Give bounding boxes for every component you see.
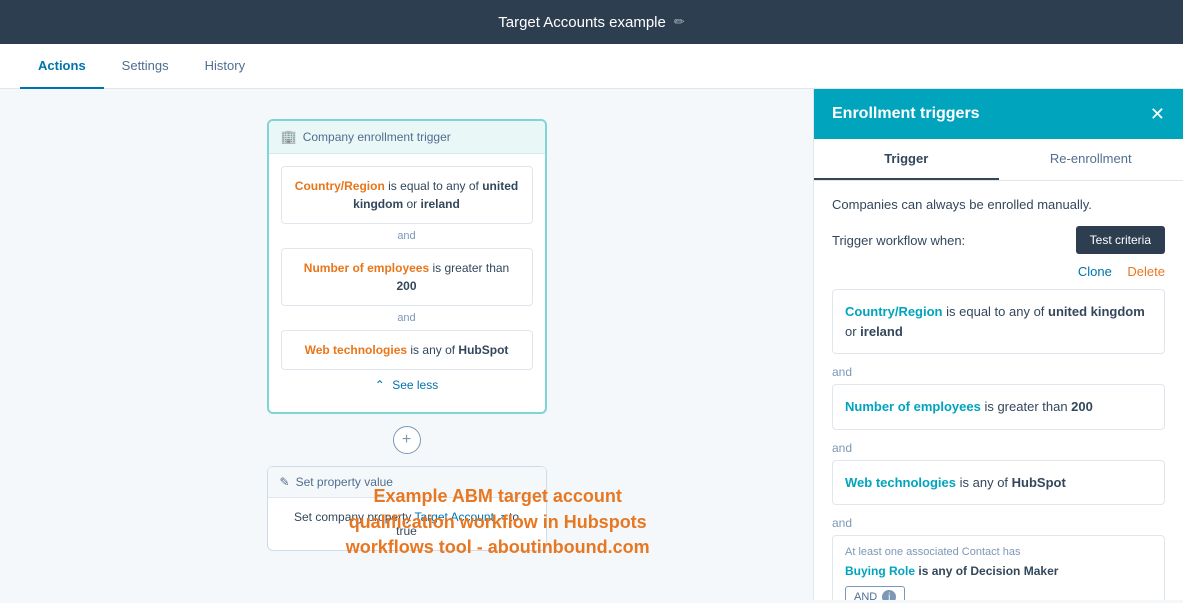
trigger-card-header: 🏢 Company enrollment trigger [269, 121, 545, 154]
enrollment-triggers-panel: Enrollment triggers ✕ Trigger Re-enrollm… [813, 89, 1183, 600]
panel-nested-box[interactable]: At least one associated Contact has Buyi… [832, 535, 1165, 600]
target-account-link[interactable]: Target Account ↗ [415, 510, 509, 524]
panel-criteria-3-text: is any of HubSpot [960, 475, 1066, 490]
nav-tabs: Actions Settings History [0, 44, 1183, 89]
condition-3[interactable]: Web technologies is any of HubSpot [281, 330, 533, 370]
panel-header: Enrollment triggers ✕ [814, 89, 1183, 139]
nested-criteria-text: is any of Decision Maker [918, 564, 1058, 578]
workflow-title: Target Accounts example [498, 14, 666, 31]
condition-2[interactable]: Number of employees is greater than 200 [281, 248, 533, 306]
top-bar: Target Accounts example ✏ [0, 0, 1183, 44]
company-icon: 🏢 [281, 129, 297, 145]
tab-actions[interactable]: Actions [20, 44, 104, 89]
nested-box-title: At least one associated Contact has [845, 546, 1152, 558]
condition-3-text: is any of HubSpot [410, 343, 508, 357]
panel-criteria-2-text: is greater than 200 [984, 399, 1092, 414]
trigger-card-label: Company enrollment trigger [303, 130, 451, 144]
and-badge[interactable]: AND i [845, 586, 905, 600]
see-less-btn[interactable]: ⌃ See less [281, 370, 533, 400]
property-value: true [396, 524, 417, 538]
property-card-body: Set company property Target Account ↗ to… [268, 498, 546, 550]
panel-trigger-row: Trigger workflow when: Test criteria [832, 226, 1165, 254]
panel-criteria-3[interactable]: Web technologies is any of HubSpot [832, 460, 1165, 506]
property-card-header: ✎ Set property value [268, 467, 546, 498]
panel-info-text: Companies can always be enrolled manuall… [832, 197, 1165, 212]
and-sep-2: and [281, 306, 533, 330]
condition-2-prop: Number of employees [304, 261, 429, 275]
delete-link[interactable]: Delete [1127, 264, 1165, 279]
tab-history[interactable]: History [187, 44, 263, 89]
condition-1-prop: Country/Region [295, 179, 385, 193]
main-content: 🏢 Company enrollment trigger Country/Reg… [0, 89, 1183, 600]
info-icon: i [882, 590, 896, 600]
panel-and-2: and [832, 436, 1165, 460]
and-sep-1: and [281, 224, 533, 248]
edit-icon-small: ✎ [280, 475, 290, 489]
panel-criteria-2-prop: Number of employees [845, 399, 981, 414]
and-badge-label: AND [854, 591, 877, 600]
clone-link[interactable]: Clone [1078, 264, 1112, 279]
buying-role-prop: Buying Role [845, 564, 915, 578]
panel-close-button[interactable]: ✕ [1150, 105, 1165, 123]
panel-body: Companies can always be enrolled manuall… [814, 181, 1183, 600]
property-body-prefix: Set company property [294, 510, 415, 524]
test-criteria-button[interactable]: Test criteria [1076, 226, 1165, 254]
workflow-canvas: 🏢 Company enrollment trigger Country/Reg… [0, 89, 813, 600]
panel-tabs: Trigger Re-enrollment [814, 139, 1183, 181]
trigger-when-label: Trigger workflow when: [832, 233, 965, 248]
panel-tab-trigger[interactable]: Trigger [814, 139, 999, 180]
panel-criteria-3-prop: Web technologies [845, 475, 956, 490]
external-link-icon: ↗ [497, 513, 505, 524]
panel-criteria-2[interactable]: Number of employees is greater than 200 [832, 384, 1165, 430]
edit-icon[interactable]: ✏ [674, 14, 685, 30]
condition-1[interactable]: Country/Region is equal to any of united… [281, 166, 533, 224]
set-property-card: ✎ Set property value Set company propert… [267, 466, 547, 551]
clone-delete-row: Clone Delete [832, 264, 1165, 279]
tab-settings[interactable]: Settings [104, 44, 187, 89]
panel-and-1: and [832, 360, 1165, 384]
condition-3-prop: Web technologies [305, 343, 407, 357]
panel-criteria-1-prop: Country/Region [845, 304, 943, 319]
panel-and-3: and [832, 511, 1165, 535]
add-btn-container: + [40, 414, 773, 466]
panel-criteria-1[interactable]: Country/Region is equal to any of united… [832, 289, 1165, 354]
and-badge-container: AND i [845, 578, 1152, 600]
add-step-button[interactable]: + [393, 426, 421, 454]
trigger-card-body: Country/Region is equal to any of united… [269, 154, 545, 412]
enrollment-trigger-card: 🏢 Company enrollment trigger Country/Reg… [267, 119, 547, 414]
panel-title: Enrollment triggers [832, 105, 980, 123]
panel-tab-reenrollment[interactable]: Re-enrollment [999, 139, 1183, 180]
property-body-suffix: to [509, 510, 519, 524]
nested-box-criteria: Buying Role is any of Decision Maker [845, 564, 1152, 578]
property-card-label: Set property value [296, 475, 393, 489]
